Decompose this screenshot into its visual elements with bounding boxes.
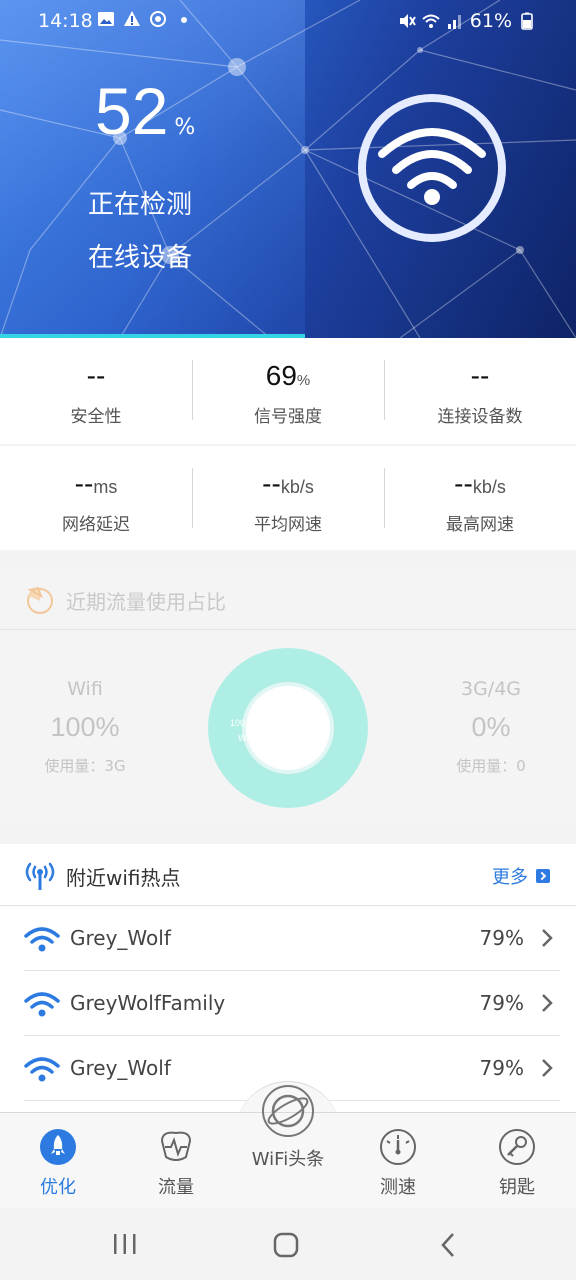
more-label: 更多: [492, 867, 528, 888]
stat-value: --: [454, 468, 473, 499]
hotspot-ssid: Grey_Wolf: [70, 1056, 171, 1080]
hotspot-signal: 79%: [479, 926, 524, 950]
more-button[interactable]: 更多: [492, 863, 550, 889]
planet-icon: [262, 1085, 314, 1137]
share-name: Wifi: [67, 678, 103, 700]
share-usage: 使用量：3G: [44, 757, 126, 775]
stat-label: 平均网速: [254, 515, 322, 535]
wifi-share: Wifi 100% 使用量：3G: [20, 678, 150, 776]
arrow-right-icon: [536, 869, 550, 883]
tab-wifi-news[interactable]: WiFi头条: [238, 1083, 338, 1171]
stat-latency: --ms 网络延迟: [0, 446, 192, 550]
status-time: 14:18: [38, 10, 93, 32]
tab-optimize[interactable]: 优化: [8, 1127, 108, 1199]
hotspots-title: 附近wifi热点: [66, 866, 181, 890]
hotspot-ssid: GreyWolfFamily: [70, 991, 226, 1015]
stat-max-speed: --kb/s 最高网速: [384, 446, 576, 550]
traffic-header: 近期流量使用占比: [0, 568, 576, 630]
hotspot-item[interactable]: GreyWolfFamily 79%: [0, 971, 576, 1036]
tab-label: 测速: [380, 1177, 416, 1198]
donut-label-percent: 100.0 %: [230, 718, 263, 728]
wifi-icon: [24, 927, 60, 952]
stat-connected-devices: -- 连接设备数: [384, 338, 576, 444]
stat-average-speed: --kb/s 平均网速: [192, 446, 384, 550]
stat-unit: ms: [93, 477, 118, 497]
speedometer-icon: [380, 1129, 416, 1165]
signal-icon: [447, 15, 461, 29]
hotspot-signal: 79%: [479, 1056, 524, 1080]
stat-label: 连接设备数: [437, 407, 523, 427]
chevron-right-icon: [542, 1059, 553, 1077]
battery-percent: 61%: [469, 10, 512, 32]
alert-icon: [124, 11, 140, 26]
traffic-title: 近期流量使用占比: [66, 590, 226, 614]
status-bar: 14:18 61%: [0, 0, 576, 40]
stat-value: --: [470, 360, 490, 391]
rocket-icon: [40, 1129, 76, 1165]
stat-signal-strength: 69% 信号强度: [192, 338, 384, 444]
tab-traffic[interactable]: 流量: [126, 1127, 226, 1199]
recent-apps-icon[interactable]: [112, 1232, 138, 1256]
hero-banner: 14:18 61% 52% 正在检测 在线设备: [0, 0, 576, 338]
pie-chart-icon: [27, 586, 53, 614]
stat-value: --: [262, 468, 281, 499]
tab-label: WiFi头条: [251, 1149, 325, 1170]
traffic-donut-chart: 100.0 % WiFi: [208, 648, 368, 808]
share-name: 3G/4G: [460, 678, 522, 700]
stat-value: 69: [265, 360, 297, 391]
scan-progress-readout: 52%: [95, 78, 195, 144]
traffic-usage-section: 近期流量使用占比 Wifi 100% 使用量：3G 100.0 % WiFi 3…: [0, 568, 576, 826]
stats-row-top: -- 安全性 69% 信号强度 -- 连接设备数: [0, 338, 576, 444]
wifi-icon: [422, 14, 440, 28]
stat-unit: kb/s: [472, 477, 506, 497]
stat-label: 信号强度: [254, 407, 322, 427]
dot-icon: [181, 17, 187, 23]
tab-label: 优化: [40, 1177, 76, 1198]
mute-icon: [399, 14, 416, 28]
progress-unit: %: [174, 115, 196, 140]
cellular-share: 3G/4G 0% 使用量：0: [426, 678, 556, 776]
home-icon[interactable]: [273, 1232, 299, 1258]
system-navigation-bar: [0, 1208, 576, 1280]
stat-security: -- 安全性: [0, 338, 192, 444]
antenna-icon: [25, 862, 55, 890]
wifi-icon[interactable]: [356, 92, 508, 244]
stat-value: --: [86, 360, 106, 391]
tab-speed-test[interactable]: 测速: [348, 1127, 448, 1199]
bottom-tab-bar: 优化 流量 WiFi头条 测速 钥匙: [0, 1085, 576, 1208]
image-icon: [98, 12, 114, 26]
hotspot-signal: 79%: [479, 991, 524, 1015]
tab-label: 流量: [158, 1177, 194, 1198]
scan-status-line1: 正在检测: [88, 190, 193, 220]
hotspot-ssid: Grey_Wolf: [70, 926, 171, 950]
share-percent: 100%: [50, 712, 120, 742]
scan-status-line2: 在线设备: [88, 243, 193, 273]
stat-value: --: [74, 468, 94, 499]
nearby-hotspots-section: 附近wifi热点 更多 Grey_Wolf 79% GreyWolfFamily…: [0, 844, 576, 1114]
share-usage: 使用量：0: [456, 757, 526, 775]
back-icon[interactable]: [438, 1232, 458, 1258]
sync-icon: [150, 11, 166, 27]
stat-unit: %: [296, 372, 311, 389]
chevron-right-icon: [542, 994, 553, 1012]
stat-unit: kb/s: [280, 477, 314, 497]
stat-label: 最高网速: [446, 515, 514, 535]
progress-value: 52: [95, 74, 169, 148]
stats-row-bottom: --ms 网络延迟 --kb/s 平均网速 --kb/s 最高网速: [0, 446, 576, 550]
battery-icon: [521, 12, 533, 30]
wifi-icon: [24, 1057, 60, 1082]
tab-label: 钥匙: [499, 1177, 535, 1198]
hotspot-item[interactable]: Grey_Wolf 79%: [0, 906, 576, 971]
key-icon: [499, 1129, 535, 1165]
hotspots-header: 附近wifi热点 更多: [0, 844, 576, 906]
pulse-icon: [160, 1131, 192, 1161]
tab-key[interactable]: 钥匙: [467, 1127, 567, 1199]
chevron-right-icon: [542, 929, 553, 947]
share-percent: 0%: [471, 712, 511, 742]
stat-label: 安全性: [70, 407, 122, 427]
stat-label: 网络延迟: [62, 515, 130, 535]
donut-label-name: WiFi: [238, 733, 256, 743]
wifi-icon: [24, 992, 60, 1017]
app-screen: 14:18 61% 52% 正在检测 在线设备 -- 安全性 69% 信号强度 …: [0, 0, 576, 1280]
